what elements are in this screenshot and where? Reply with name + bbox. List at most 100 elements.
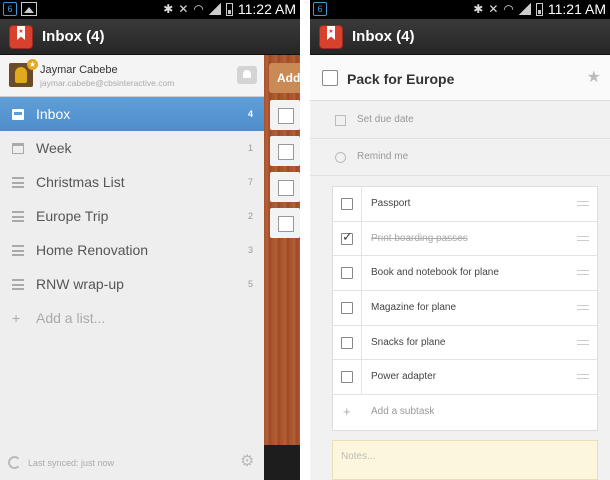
- reminder-label: Remind me: [357, 151, 409, 162]
- task-checkbox-peek[interactable]: [270, 100, 300, 130]
- sidebar-item-home-renovation[interactable]: Home Renovation 3: [0, 233, 264, 267]
- drag-handle-icon[interactable]: [577, 235, 589, 241]
- list-drawer: ★ Jaymar Cabebe jaymar.cabebe@cbsinterac…: [0, 55, 264, 480]
- list-label: Inbox: [36, 106, 71, 122]
- account-name: Jaymar Cabebe: [40, 64, 118, 76]
- signal-icon: [518, 3, 531, 15]
- battery-icon: [225, 2, 233, 16]
- add-task-peek[interactable]: Add: [269, 63, 300, 93]
- sync-status: Last synced: just now: [28, 458, 115, 468]
- task-detail: Pack for Europe ★ Set due date Remind me…: [310, 55, 610, 480]
- sidebar-item-christmas-list[interactable]: Christmas List 7: [0, 165, 264, 199]
- pro-star-icon: ★: [27, 59, 38, 70]
- status-bar: 6 ✱ ✕ ◠ 11:22 AM: [0, 0, 300, 19]
- app-title[interactable]: Inbox (4): [352, 28, 415, 45]
- mute-icon: ✕: [488, 2, 499, 16]
- plus-icon: +: [12, 310, 21, 326]
- drag-handle-icon[interactable]: [577, 270, 589, 276]
- due-date-row[interactable]: Set due date: [310, 102, 610, 139]
- due-date-label: Set due date: [357, 114, 414, 125]
- subtask-item[interactable]: Book and notebook for plane: [333, 256, 597, 292]
- notes-field[interactable]: Notes...: [332, 440, 598, 480]
- subtask-checkbox[interactable]: [341, 267, 353, 280]
- list-icon: [12, 211, 24, 222]
- account-email: jaymar.cabebe@cbsinteractive.com: [40, 78, 175, 88]
- subtask-item[interactable]: Passport: [333, 187, 597, 222]
- add-subtask-row[interactable]: + Add a subtask: [333, 395, 597, 430]
- task-checkbox-peek[interactable]: [270, 172, 300, 202]
- clock: 11:22 AM: [237, 1, 296, 17]
- subtask-label: Print boarding passes: [371, 232, 468, 244]
- list-count: 3: [247, 245, 253, 255]
- subtask-checkbox[interactable]: [341, 371, 353, 384]
- add-list-label: Add a list...: [36, 310, 106, 326]
- notes-placeholder: Notes...: [341, 451, 376, 462]
- notification-badge: 6: [3, 2, 17, 16]
- list-count: 1: [247, 143, 253, 153]
- add-list-button[interactable]: + Add a list...: [0, 301, 264, 335]
- subtask-item[interactable]: Snacks for plane: [333, 325, 597, 361]
- app-bar: Inbox (4): [0, 19, 300, 55]
- sync-icon[interactable]: [8, 456, 21, 469]
- task-checkbox-peek[interactable]: [270, 136, 300, 166]
- app-title[interactable]: Inbox (4): [42, 28, 105, 45]
- star-icon[interactable]: ★: [587, 67, 601, 87]
- subtask-item[interactable]: Magazine for plane: [333, 291, 597, 326]
- clock: 11:21 AM: [547, 1, 606, 17]
- subtask-checkbox[interactable]: [341, 302, 353, 315]
- list-label: RNW wrap-up: [36, 276, 124, 292]
- subtask-label: Magazine for plane: [371, 302, 457, 314]
- list-icon: [12, 177, 24, 188]
- list-icon: [12, 279, 24, 290]
- sidebar-item-inbox[interactable]: Inbox 4: [0, 97, 264, 131]
- account-header[interactable]: ★ Jaymar Cabebe jaymar.cabebe@cbsinterac…: [0, 55, 264, 97]
- list-count: 5: [247, 279, 253, 289]
- drag-handle-icon[interactable]: [577, 305, 589, 311]
- status-bar: 6 ✱ ✕ ◠ 11:21 AM: [310, 0, 610, 19]
- calendar-icon: [335, 115, 346, 126]
- sidebar-item-week[interactable]: Week 1: [0, 131, 264, 165]
- image-notification-icon: [21, 2, 37, 16]
- notifications-bell-icon[interactable]: [237, 66, 257, 84]
- task-checkbox-peek[interactable]: [270, 208, 300, 238]
- drag-handle-icon[interactable]: [577, 201, 589, 206]
- mute-icon: ✕: [178, 2, 189, 16]
- subtask-label: Snacks for plane: [371, 336, 446, 348]
- bluetooth-icon: ✱: [163, 2, 174, 16]
- drag-handle-icon[interactable]: [577, 374, 589, 380]
- list-count: 2: [247, 211, 253, 221]
- list-count: 4: [247, 109, 253, 119]
- wifi-icon: ◠: [193, 2, 204, 16]
- task-header: Pack for Europe ★: [310, 55, 610, 101]
- subtask-item[interactable]: Print boarding passes: [333, 221, 597, 257]
- reminder-row[interactable]: Remind me: [310, 139, 610, 176]
- task-complete-checkbox[interactable]: [322, 70, 338, 86]
- add-subtask-label: Add a subtask: [371, 406, 435, 418]
- subtask-item[interactable]: Power adapter: [333, 360, 597, 396]
- battery-icon: [535, 2, 543, 16]
- subtask-label: Book and notebook for plane: [371, 267, 499, 279]
- subtask-checkbox[interactable]: [341, 198, 353, 210]
- list-count: 7: [247, 177, 253, 187]
- subtask-list: Passport Print boarding passes Book and …: [332, 186, 598, 431]
- subtask-checkbox[interactable]: [341, 336, 353, 349]
- wifi-icon: ◠: [503, 2, 514, 16]
- alarm-clock-icon: [335, 152, 346, 163]
- sidebar-item-rnw-wrap-up[interactable]: RNW wrap-up 5: [0, 267, 264, 301]
- bluetooth-icon: ✱: [473, 2, 484, 16]
- notification-badge: 6: [313, 2, 327, 16]
- inbox-icon: [12, 109, 24, 120]
- screen-divider: [300, 0, 310, 480]
- wunderlist-logo-icon[interactable]: [9, 25, 33, 49]
- subtask-checkbox[interactable]: [341, 229, 353, 245]
- list-label: Europe Trip: [36, 208, 109, 224]
- drag-handle-icon[interactable]: [577, 339, 589, 345]
- task-title[interactable]: Pack for Europe: [347, 71, 454, 87]
- wunderlist-logo-icon[interactable]: [319, 25, 343, 49]
- gear-icon[interactable]: ⚙: [240, 454, 256, 470]
- signal-icon: [208, 3, 221, 15]
- task-list-peek[interactable]: Add: [264, 55, 300, 480]
- list-icon: [12, 245, 24, 256]
- sidebar-item-europe-trip[interactable]: Europe Trip 2: [0, 199, 264, 233]
- app-bar: Inbox (4): [310, 19, 610, 55]
